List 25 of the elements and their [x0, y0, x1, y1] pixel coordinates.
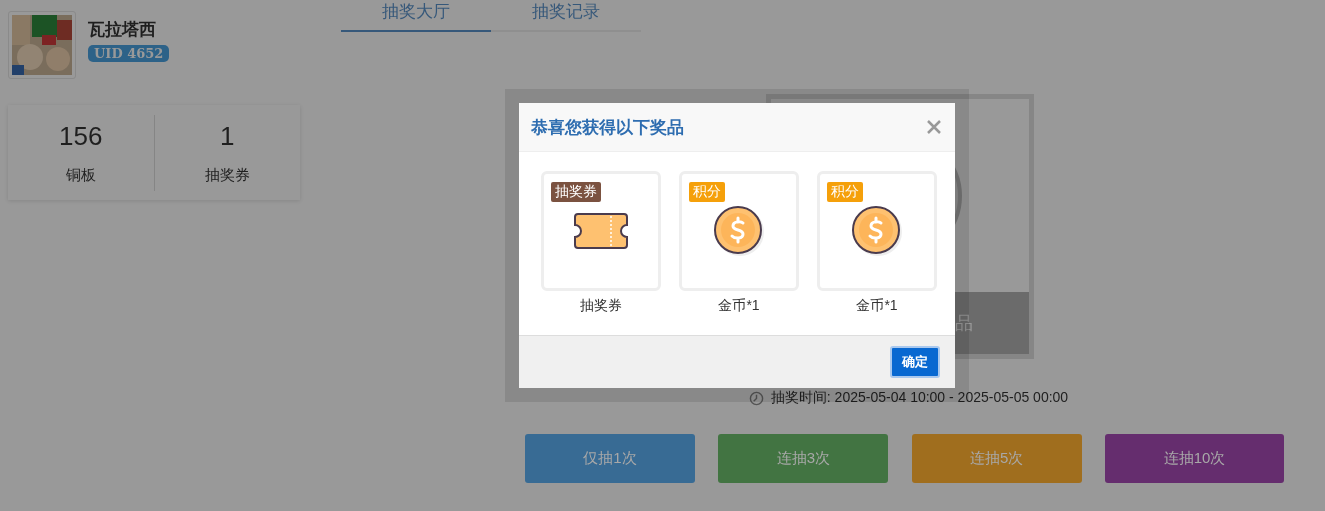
draw-button[interactable]: 连抽10次 — [1105, 434, 1284, 483]
prize-name: 金币*1 — [718, 297, 760, 315]
draw-button[interactable]: 仅抽1次 — [525, 434, 695, 483]
uid-badge: UID 4652 — [88, 45, 170, 62]
confirm-button[interactable]: 确定 — [890, 346, 940, 378]
user-name: 瓦拉塔西 — [88, 19, 156, 41]
draw-time: 抽奖时间: 2025-05-04 10:00 - 2025-05-05 00:00 — [770, 389, 1069, 407]
ticket-icon — [573, 210, 629, 252]
prize-name: 抽奖券 — [580, 297, 622, 315]
stat-value: 156 — [59, 120, 103, 152]
prize-tag: 抽奖券 — [551, 182, 601, 202]
close-icon[interactable] — [927, 120, 941, 134]
tab[interactable]: 抽奖记录 — [491, 0, 641, 32]
draw-button[interactable]: 连抽3次 — [718, 434, 889, 483]
draw-button[interactable]: 连抽5次 — [911, 434, 1082, 483]
dollar-coin-icon — [713, 205, 765, 257]
stat-label: 抽奖券 — [204, 165, 250, 185]
prize-tag: 积分 — [689, 182, 725, 202]
tab[interactable]: 抽奖大厅 — [341, 0, 491, 32]
stat-label: 铜板 — [65, 165, 96, 185]
dialog-title: 恭喜您获得以下奖品 — [531, 116, 684, 139]
stat-value: 1 — [220, 120, 235, 152]
prize-tag: 积分 — [827, 182, 863, 202]
prize-name: 金币*1 — [856, 297, 898, 315]
dollar-coin-icon — [851, 205, 903, 257]
